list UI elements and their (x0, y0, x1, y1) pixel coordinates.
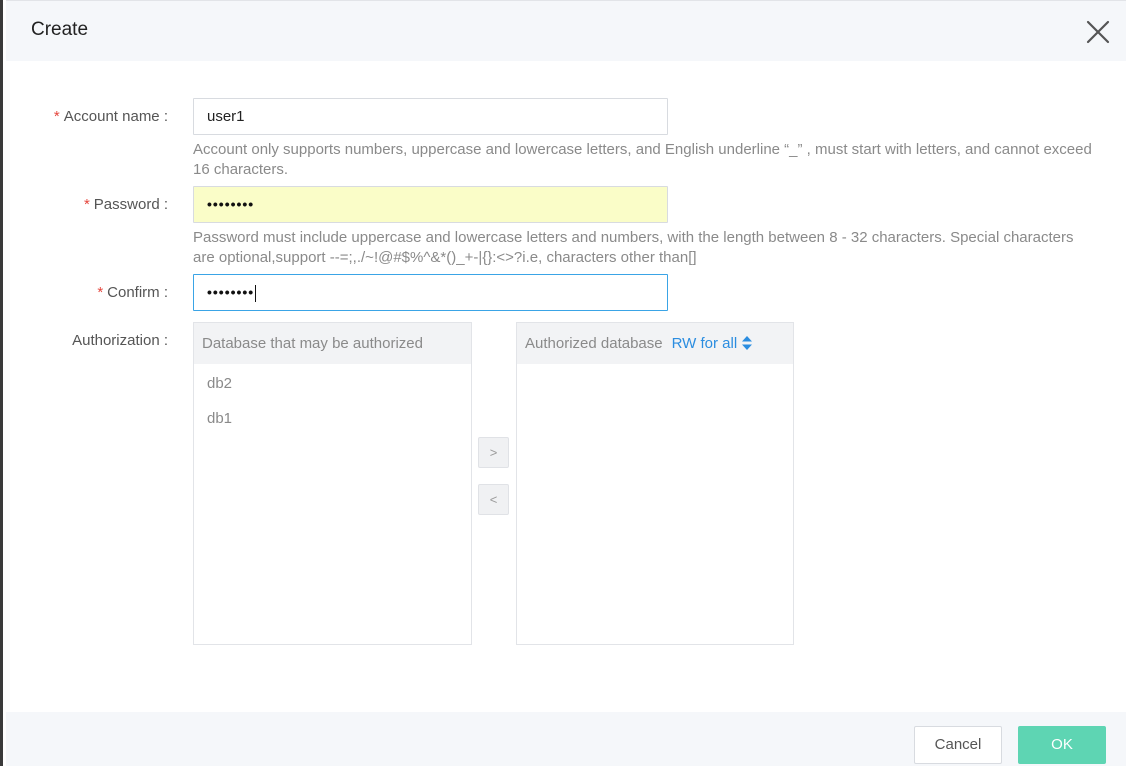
cancel-button[interactable]: Cancel (914, 726, 1002, 764)
required-mark: * (53, 108, 60, 125)
password-input[interactable]: •••••••• (193, 186, 668, 223)
password-masked-value: •••••••• (207, 196, 255, 212)
sort-icon (742, 335, 753, 350)
password-label: * Password : (83, 196, 168, 213)
authorized-databases-list (517, 364, 793, 366)
dialog-footer: Cancel OK (6, 712, 1126, 766)
close-icon (1086, 20, 1110, 44)
available-databases-panel: Database that may be authorized db2 db1 (193, 322, 472, 645)
text-caret (255, 284, 257, 302)
list-item-db2[interactable]: db2 (194, 366, 471, 401)
confirm-label: * Confirm : (97, 284, 168, 301)
password-hint: Password must include uppercase and lowe… (193, 229, 1074, 266)
required-mark: * (97, 284, 104, 301)
move-right-button[interactable]: > (478, 437, 509, 468)
dialog-header: Create (6, 0, 1126, 61)
list-item-db1[interactable]: db1 (194, 401, 471, 436)
close-button[interactable] (1085, 19, 1111, 45)
create-dialog: Create * Account name : user1 Account onl… (0, 0, 1126, 766)
confirm-masked-value: •••••••• (207, 284, 255, 300)
available-databases-list: db2 db1 (194, 364, 471, 436)
rw-for-all-link[interactable]: RW for all (672, 335, 753, 352)
account-name-hint: Account only supports numbers, uppercase… (193, 141, 1092, 178)
authorized-databases-title: Authorized database (525, 335, 663, 352)
authorization-label: Authorization : (72, 332, 168, 349)
account-name-input[interactable]: user1 (193, 98, 668, 135)
dialog-title: Create (31, 19, 89, 40)
required-mark: * (83, 196, 90, 213)
move-left-button[interactable]: < (478, 484, 509, 515)
authorized-databases-header: Authorized database RW for all (517, 323, 793, 364)
ok-button[interactable]: OK (1018, 726, 1106, 764)
available-databases-header: Database that may be authorized (194, 323, 471, 364)
authorized-databases-panel: Authorized database RW for all (516, 322, 794, 645)
account-name-label: * Account name : (53, 108, 168, 125)
confirm-password-input[interactable]: •••••••• (193, 274, 668, 311)
